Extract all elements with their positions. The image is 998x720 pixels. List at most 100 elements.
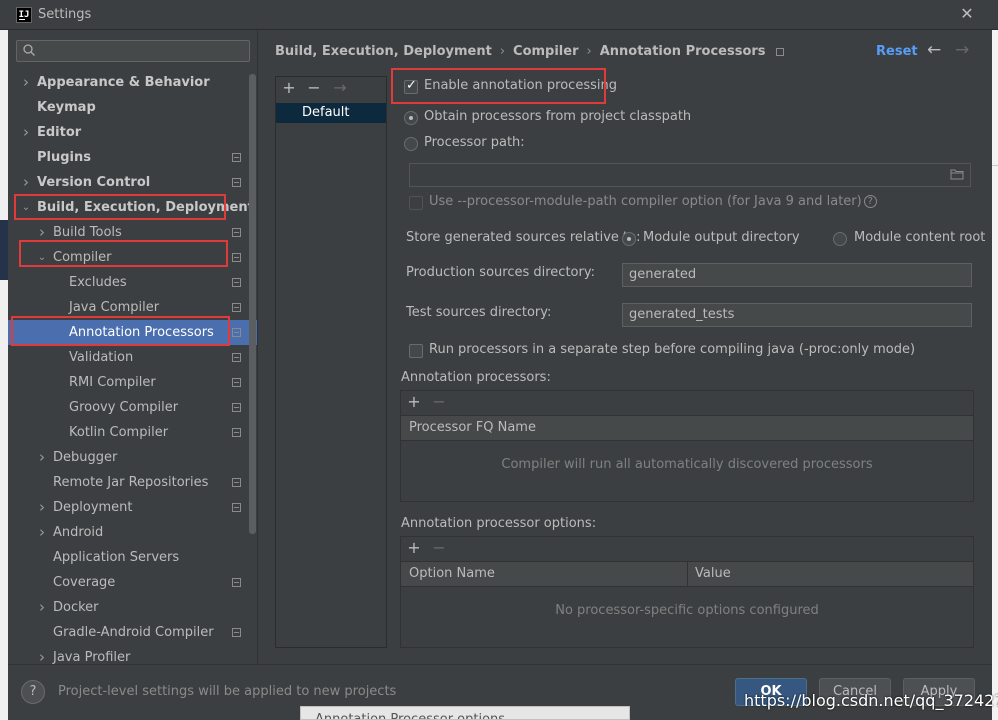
sidebar-item-deployment[interactable]: › Deployment: [8, 495, 257, 520]
module-content-root-label[interactable]: Module content root: [854, 230, 985, 245]
sidebar-scrollbar[interactable]: [249, 74, 256, 534]
window-title: Settings: [38, 7, 92, 22]
empty-state-text: No processor-specific options configured: [555, 603, 819, 618]
sidebar-item-keymap[interactable]: Keymap: [8, 95, 257, 120]
background-window-edge: [0, 30, 8, 720]
sidebar-item-label: Appearance & Behavior: [37, 75, 210, 90]
profile-default[interactable]: Default: [276, 103, 386, 123]
sidebar-item-excludes[interactable]: Excludes: [8, 270, 257, 295]
sidebar-item-label: Debugger: [53, 450, 118, 465]
forward-arrow-icon[interactable]: →: [955, 40, 969, 60]
sidebar-item-kotlin-compiler[interactable]: Kotlin Compiler: [8, 420, 257, 445]
chevron-right-icon[interactable]: ›: [20, 70, 32, 95]
sidebar-item-editor[interactable]: › Editor: [8, 120, 257, 145]
project-level-icon: [775, 47, 784, 56]
breadcrumb-item-compiler[interactable]: Compiler: [513, 44, 578, 59]
add-option-button[interactable]: +: [405, 539, 423, 557]
separate-step-checkbox[interactable]: [409, 344, 423, 358]
chevron-right-icon[interactable]: ›: [36, 445, 48, 470]
sidebar-item-label: RMI Compiler: [69, 375, 156, 390]
help-icon[interactable]: ?: [863, 195, 877, 208]
chevron-right-icon[interactable]: ›: [20, 170, 32, 195]
project-level-icon: [232, 328, 241, 337]
sidebar-item-label: Groovy Compiler: [69, 400, 179, 415]
column-processor-fq-name[interactable]: Processor FQ Name: [401, 420, 536, 435]
highlight-annotation-processors: [11, 316, 230, 346]
annotation-processors-title: Annotation processors:: [401, 370, 551, 385]
sidebar-item-gradle-android-compiler[interactable]: Gradle-Android Compiler: [8, 620, 257, 645]
processor-path-radio[interactable]: [404, 137, 418, 151]
obtain-from-classpath-label[interactable]: Obtain processors from project classpath: [424, 109, 691, 124]
column-value[interactable]: Value: [695, 562, 731, 586]
back-arrow-icon[interactable]: ←: [927, 40, 941, 60]
module-content-root-radio[interactable]: [833, 232, 847, 246]
sidebar-item-label: Version Control: [37, 175, 151, 190]
sidebar-item-label: Keymap: [37, 100, 96, 115]
settings-dialog: › Appearance & Behavior Keymap › Editor Plugi…: [8, 30, 992, 720]
project-level-icon: [232, 228, 241, 237]
project-level-icon: [232, 478, 241, 487]
background-window-peek: Annotation Processor options: [300, 706, 630, 720]
obtain-from-classpath-radio[interactable]: [404, 111, 418, 125]
remove-processor-button[interactable]: −: [430, 393, 448, 411]
search-icon: [23, 44, 35, 56]
sidebar-item-application-servers[interactable]: Application Servers: [8, 545, 257, 570]
project-level-icon: [232, 153, 241, 162]
chevron-right-icon[interactable]: ›: [36, 495, 48, 520]
processor-options-table: + − Option Name Value No processor-speci…: [400, 536, 974, 648]
sidebar-item-groovy-compiler[interactable]: Groovy Compiler: [8, 395, 257, 420]
sidebar-item-version-control[interactable]: › Version Control: [8, 170, 257, 195]
folder-icon[interactable]: [950, 168, 964, 180]
add-profile-button[interactable]: +: [280, 79, 298, 97]
annotation-processors-toolbar: + −: [401, 391, 973, 415]
sidebar-item-label: Application Servers: [53, 550, 180, 565]
remove-profile-button[interactable]: −: [305, 79, 323, 97]
intellij-app-icon: IJ: [16, 7, 32, 23]
breadcrumb-item-annotation-processors: Annotation Processors: [599, 44, 766, 59]
chevron-right-icon[interactable]: ›: [36, 595, 48, 620]
production-dir-input[interactable]: generated: [622, 263, 972, 287]
add-processor-button[interactable]: +: [405, 393, 423, 411]
processor-path-field[interactable]: [409, 163, 971, 187]
chevron-right-icon[interactable]: ›: [20, 120, 32, 145]
column-option-name[interactable]: Option Name: [409, 562, 495, 586]
sidebar-item-remote-jar-repositories[interactable]: Remote Jar Repositories: [8, 470, 257, 495]
watermark: https://blog.csdn.net/qq_37242720: [744, 691, 998, 710]
chevron-right-icon[interactable]: ›: [36, 520, 48, 545]
project-level-icon: [232, 353, 241, 362]
move-profile-button[interactable]: →: [331, 79, 349, 97]
project-level-icon: [232, 253, 241, 262]
test-dir-label: Test sources directory:: [406, 305, 552, 320]
sidebar-item-label: Deployment: [53, 500, 133, 515]
sidebar-item-label: Gradle-Android Compiler: [53, 625, 214, 640]
project-level-icon: [232, 278, 241, 287]
settings-sidebar: › Appearance & Behavior Keymap › Editor Plugi…: [8, 30, 258, 666]
sidebar-item-label: Android: [53, 525, 104, 540]
project-level-icon: [232, 578, 241, 587]
processor-options-title: Annotation processor options:: [401, 516, 597, 531]
project-level-icon: [232, 303, 241, 312]
breadcrumb-item-build[interactable]: Build, Execution, Deployment: [275, 44, 492, 59]
sidebar-item-validation[interactable]: Validation: [8, 345, 257, 370]
test-dir-input[interactable]: generated_tests: [622, 303, 972, 327]
separate-step-label[interactable]: Run processors in a separate step before…: [429, 342, 915, 357]
processor-path-label[interactable]: Processor path:: [424, 135, 525, 150]
project-level-icon: [232, 378, 241, 387]
sidebar-item-coverage[interactable]: Coverage: [8, 570, 257, 595]
remove-option-button[interactable]: −: [430, 539, 448, 557]
content-pane: Build, Execution, Deployment › Compiler › An…: [259, 30, 992, 664]
module-output-directory-label[interactable]: Module output directory: [643, 230, 800, 245]
help-button[interactable]: ?: [21, 680, 45, 704]
close-icon[interactable]: ✕: [957, 4, 977, 24]
processor-module-path-checkbox[interactable]: [409, 196, 423, 210]
sidebar-item-docker[interactable]: › Docker: [8, 595, 257, 620]
sidebar-item-android[interactable]: › Android: [8, 520, 257, 545]
sidebar-item-appearance-behavior[interactable]: › Appearance & Behavior: [8, 70, 257, 95]
column-divider: [687, 562, 688, 586]
sidebar-item-plugins[interactable]: Plugins: [8, 145, 257, 170]
module-output-directory-radio[interactable]: [622, 232, 636, 246]
sidebar-item-debugger[interactable]: › Debugger: [8, 445, 257, 470]
search-input[interactable]: [16, 40, 250, 62]
reset-link[interactable]: Reset: [876, 44, 918, 59]
sidebar-item-rmi-compiler[interactable]: RMI Compiler: [8, 370, 257, 395]
